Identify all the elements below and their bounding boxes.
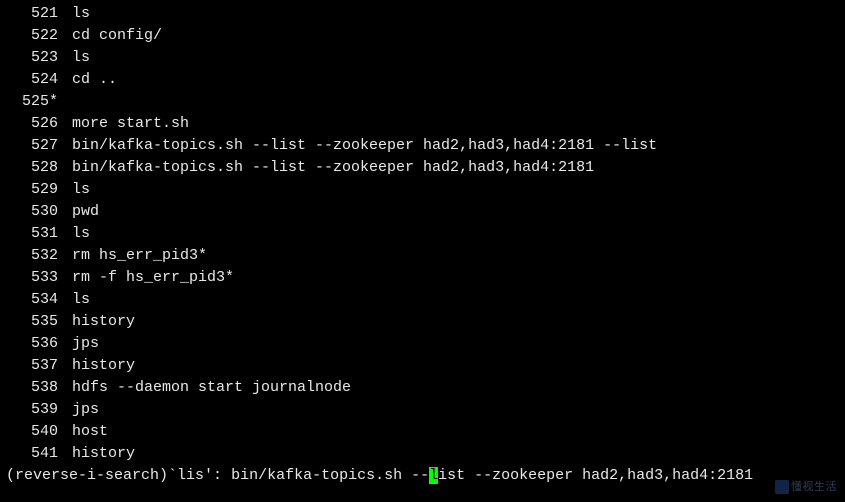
history-line: 522 cd config/: [6, 25, 839, 47]
history-line-command: pwd: [72, 201, 99, 223]
history-line-command: cd ..: [72, 69, 117, 91]
history-line: 532 rm hs_err_pid3*: [6, 245, 839, 267]
history-line-number: 531: [6, 223, 58, 245]
terminal-output[interactable]: 521 ls 522 cd config/523 ls 524 cd .. 525*526 mo…: [6, 3, 839, 487]
history-line-command: history: [72, 355, 135, 377]
history-line: 525*: [6, 91, 839, 113]
history-line-number: 540: [6, 421, 58, 443]
history-line: 527 bin/kafka-topics.sh --list --zookeepe…: [6, 135, 839, 157]
history-line-number: 532: [6, 245, 58, 267]
history-line-command: ls: [72, 47, 90, 69]
history-line: 521 ls: [6, 3, 839, 25]
history-line-command: bin/kafka-topics.sh --list --zookeeper h…: [72, 157, 594, 179]
history-line: 539 jps: [6, 399, 839, 421]
history-line-number: 537: [6, 355, 58, 377]
history-line-command: cd config/: [72, 25, 162, 47]
history-line-command: history: [72, 311, 135, 333]
history-line-number: 536: [6, 333, 58, 355]
history-line-number: 541: [6, 443, 58, 465]
search-prefix: (reverse-i-search)`: [6, 467, 177, 484]
history-line-command: ls: [72, 223, 90, 245]
search-match-before: bin/kafka-topics.sh --: [231, 467, 429, 484]
history-line: 528 bin/kafka-topics.sh --list --zookeepe…: [6, 157, 839, 179]
history-line-command: jps: [72, 399, 99, 421]
history-line: 537 history: [6, 355, 839, 377]
history-line-number: 522: [6, 25, 58, 47]
history-line: 538 hdfs --daemon start journalnode: [6, 377, 839, 399]
history-line-number: 539: [6, 399, 58, 421]
history-line-command: ls: [72, 3, 90, 25]
history-line: 540 host: [6, 421, 839, 443]
history-line-number: 523: [6, 47, 58, 69]
history-line-number: 524: [6, 69, 58, 91]
history-line-number: 538: [6, 377, 58, 399]
history-line-number: 526: [6, 113, 58, 135]
history-line-number: 525*: [6, 91, 58, 113]
history-line: 533 rm -f hs_err_pid3*: [6, 267, 839, 289]
history-line: 523 ls: [6, 47, 839, 69]
history-line-command: host: [72, 421, 108, 443]
history-line-number: 533: [6, 267, 58, 289]
history-line-number: 527: [6, 135, 58, 157]
history-line: 534 ls: [6, 289, 839, 311]
history-line: 530 pwd: [6, 201, 839, 223]
history-line-command: hdfs --daemon start journalnode: [72, 377, 351, 399]
history-line-number: 529: [6, 179, 58, 201]
history-line-command: ls: [72, 179, 90, 201]
history-line: 529 ls: [6, 179, 839, 201]
history-line-number: 521: [6, 3, 58, 25]
history-line: 531 ls: [6, 223, 839, 245]
history-line: 524 cd ..: [6, 69, 839, 91]
history-line-number: 530: [6, 201, 58, 223]
history-line-command: rm -f hs_err_pid3*: [72, 267, 234, 289]
search-separator: ':: [204, 467, 231, 484]
terminal-cursor: l: [429, 467, 438, 484]
history-line: 535 history: [6, 311, 839, 333]
history-line-command: ls: [72, 289, 90, 311]
history-line: 526 more start.sh: [6, 113, 839, 135]
history-line-command: bin/kafka-topics.sh --list --zookeeper h…: [72, 135, 657, 157]
history-line-command: rm hs_err_pid3*: [72, 245, 207, 267]
history-line-number: 528: [6, 157, 58, 179]
history-line-number: 534: [6, 289, 58, 311]
history-line: 541 history: [6, 443, 839, 465]
history-line: 536 jps: [6, 333, 839, 355]
history-line-command: more start.sh: [72, 113, 189, 135]
history-line-number: 535: [6, 311, 58, 333]
search-query: lis: [177, 467, 204, 484]
reverse-search-line[interactable]: (reverse-i-search)`lis': bin/kafka-topic…: [6, 465, 839, 487]
history-list: 521 ls 522 cd config/523 ls 524 cd .. 525*526 mo…: [6, 3, 839, 465]
history-line-command: jps: [72, 333, 99, 355]
search-match-after: ist --zookeeper had2,had3,had4:2181: [438, 467, 753, 484]
history-line-command: history: [72, 443, 135, 465]
